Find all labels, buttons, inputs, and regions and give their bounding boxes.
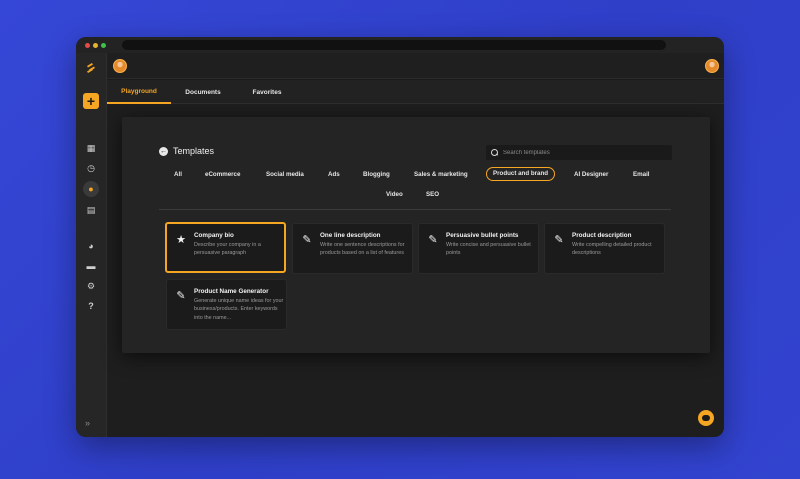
template-card-product-description[interactable]: ✎ Product description Write compelling d… xyxy=(544,223,665,274)
template-card-company-bio[interactable]: ★ Company bio Describe your company in a… xyxy=(165,222,286,273)
pencil-icon: ✎ xyxy=(302,234,312,246)
palette-icon[interactable]: ◕ xyxy=(84,239,98,253)
dashboard-icon[interactable]: ▦ xyxy=(84,141,98,155)
category-sales-marketing[interactable]: Sales & marketing xyxy=(414,168,468,182)
brand-voice-icon[interactable]: ● xyxy=(84,182,98,196)
category-seo[interactable]: SEO xyxy=(426,188,439,202)
top-bar xyxy=(107,53,724,79)
card-title: Company bio xyxy=(194,232,234,239)
pencil-icon: ✎ xyxy=(428,234,438,246)
template-card-persuasive-bullet-points[interactable]: ✎ Persuasive bullet points Write concise… xyxy=(418,223,539,274)
back-arrow-icon[interactable]: ← xyxy=(159,146,168,156)
maximize-window-button[interactable] xyxy=(101,43,106,48)
main-content: ← Templates All eCommerce Social media A… xyxy=(107,104,724,437)
category-video[interactable]: Video xyxy=(386,188,403,202)
pencil-icon: ✎ xyxy=(176,290,186,302)
card-description: Write one sentence descriptions for prod… xyxy=(320,242,405,257)
category-ads[interactable]: Ads xyxy=(328,168,340,182)
settings-icon[interactable]: ⚙ xyxy=(84,279,98,293)
search-box[interactable] xyxy=(486,145,672,160)
logo-icon[interactable] xyxy=(84,61,98,75)
card-title: Product description xyxy=(572,232,632,239)
card-description: Write concise and persuasive bullet poin… xyxy=(446,242,531,257)
category-email[interactable]: Email xyxy=(633,168,650,182)
category-ecommerce[interactable]: eCommerce xyxy=(205,168,240,182)
divider xyxy=(159,209,671,210)
card-description: Generate unique name ideas for your busi… xyxy=(194,298,284,321)
browser-titlebar xyxy=(76,37,724,53)
templates-panel: ← Templates All eCommerce Social media A… xyxy=(122,117,710,353)
add-new-button[interactable]: + xyxy=(83,93,99,109)
sidebar: + ▦ ◷ ● ▤ ◕ ▬ ⚙ ? » xyxy=(76,53,107,437)
tab-playground[interactable]: Playground xyxy=(107,80,171,104)
category-ai-designer[interactable]: AI Designer xyxy=(574,168,608,182)
address-bar[interactable] xyxy=(122,40,666,50)
chat-support-button[interactable] xyxy=(698,410,714,426)
category-product-and-brand[interactable]: Product and brand xyxy=(486,167,556,181)
user-avatar[interactable] xyxy=(705,59,719,73)
category-blogging[interactable]: Blogging xyxy=(363,168,390,182)
card-title: One line description xyxy=(320,232,381,239)
search-icon xyxy=(491,149,498,156)
app-window: + ▦ ◷ ● ▤ ◕ ▬ ⚙ ? » Playground Documents… xyxy=(76,37,724,437)
card-title: Product Name Generator xyxy=(194,288,269,295)
card-title: Persuasive bullet points xyxy=(446,232,519,239)
template-card-one-line-description[interactable]: ✎ One line description Write one sentenc… xyxy=(292,223,413,274)
star-icon: ★ xyxy=(176,234,186,246)
main-tabs: Playground Documents Favorites xyxy=(107,80,724,104)
help-icon[interactable]: ? xyxy=(84,299,98,313)
card-description: Describe your company in a persuasive pa… xyxy=(194,242,261,257)
workspace-avatar[interactable] xyxy=(113,59,127,73)
close-window-button[interactable] xyxy=(85,43,90,48)
search-input[interactable] xyxy=(503,149,663,156)
category-social-media[interactable]: Social media xyxy=(266,168,304,182)
pencil-icon: ✎ xyxy=(554,234,564,246)
templates-header: ← Templates xyxy=(159,146,214,156)
calendar-icon[interactable]: ▤ xyxy=(84,203,98,217)
minimize-window-button[interactable] xyxy=(93,43,98,48)
chat-bubble-icon xyxy=(702,415,710,421)
page-title: Templates xyxy=(173,146,215,156)
expand-sidebar-icon[interactable]: » xyxy=(85,418,90,428)
tab-favorites[interactable]: Favorites xyxy=(235,80,299,104)
history-icon[interactable]: ◷ xyxy=(84,161,98,175)
template-card-product-name-generator[interactable]: ✎ Product Name Generator Generate unique… xyxy=(166,279,287,330)
category-all[interactable]: All xyxy=(174,168,182,182)
tab-documents[interactable]: Documents xyxy=(171,80,235,104)
card-description: Write compelling detailed product descri… xyxy=(572,242,652,257)
folder-icon[interactable]: ▬ xyxy=(84,259,98,273)
